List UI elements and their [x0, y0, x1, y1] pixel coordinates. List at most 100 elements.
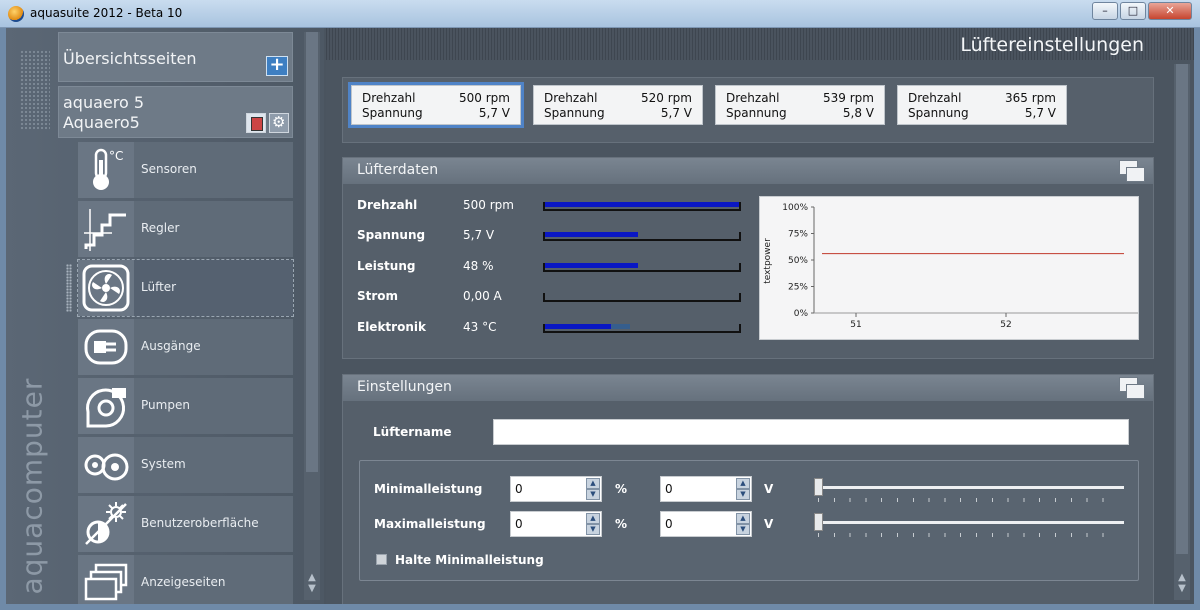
spinner: ▲ ▼: [736, 513, 750, 535]
data-value: 5,7 V: [463, 228, 495, 242]
sidebar-item-anzeigeseiten[interactable]: Anzeigeseiten: [78, 555, 293, 604]
main-content: Lüftereinstellungen Drehzahl 500 rpm Span…: [326, 28, 1194, 604]
brand-text: aquacomputer: [15, 377, 49, 595]
settings-gear-icon[interactable]: [269, 113, 289, 133]
min-volt-value: 0: [665, 482, 673, 496]
min-volt-stepper[interactable]: 0 ▲ ▼: [660, 476, 752, 502]
data-value: 500 rpm: [463, 198, 514, 212]
fan-tile-2[interactable]: Drehzahl 520 rpm Spannung 5,7 V: [533, 85, 703, 125]
fan-tile-1[interactable]: Drehzahl 500 rpm Spannung 5,7 V: [348, 82, 524, 128]
spin-down-button[interactable]: ▼: [586, 524, 600, 535]
level-fill: [545, 263, 639, 268]
sidebar-item-sensoren[interactable]: °C Sensoren: [78, 142, 293, 198]
slider-knob[interactable]: [814, 478, 823, 496]
fan-tile-3[interactable]: Drehzahl 539 rpm Spannung 5,8 V: [715, 85, 885, 125]
fan-tile-4[interactable]: Drehzahl 365 rpm Spannung 5,7 V: [897, 85, 1067, 125]
overview-pages-label: Übersichtsseiten: [63, 49, 197, 68]
sidebar-item-label: Benutzeroberfläche: [141, 516, 259, 530]
slider-ticks: [818, 498, 1118, 502]
save-icon[interactable]: [246, 113, 266, 133]
slider-knob[interactable]: [814, 513, 823, 531]
spin-up-button[interactable]: ▲: [586, 513, 600, 524]
controller-icon: [78, 201, 134, 257]
power-chart: 0% 25% 50% 75% 100% 51 52 textpower: [759, 196, 1139, 340]
sidebar-item-benutzeroberflaeche[interactable]: Benutzeroberfläche: [78, 496, 293, 552]
spin-up-button[interactable]: ▲: [736, 513, 750, 524]
sidebar-scrollbar[interactable]: ▲ ▼: [304, 32, 320, 600]
minimize-button[interactable]: –: [1092, 2, 1118, 20]
max-volt-stepper[interactable]: 0 ▲ ▼: [660, 511, 752, 537]
spin-up-button[interactable]: ▲: [586, 478, 600, 489]
min-power-slider[interactable]: [814, 478, 1126, 502]
hold-min-power-checkbox[interactable]: Halte Minimalleistung: [376, 553, 544, 567]
decorative-dots: [20, 50, 50, 130]
sidebar-item-regler[interactable]: Regler: [78, 201, 293, 257]
level-bar: [543, 263, 741, 272]
fan-name-input[interactable]: [493, 419, 1129, 445]
data-label: Strom: [357, 289, 399, 303]
maximize-button[interactable]: □: [1120, 2, 1146, 20]
spin-up-button[interactable]: ▲: [736, 478, 750, 489]
power-chart-svg: 0% 25% 50% 75% 100% 51 52 textpower: [763, 203, 1138, 330]
spinner: ▲ ▼: [586, 513, 600, 535]
min-percent-stepper[interactable]: 0 ▲ ▼: [510, 476, 602, 502]
window-title: aquasuite 2012 - Beta 10: [30, 6, 183, 20]
sidebar: aquacomputer Übersichtsseiten + aquaero …: [6, 28, 324, 604]
data-row-voltage: Spannung 5,7 V: [357, 228, 747, 244]
thermometer-icon: °C: [78, 142, 134, 198]
pages-icon: [78, 555, 134, 604]
data-label: Drehzahl: [357, 198, 418, 212]
y-tick-label: 75%: [788, 230, 808, 240]
add-overview-page-button[interactable]: +: [266, 56, 288, 76]
y-axis-label: textpower: [763, 238, 773, 284]
tile-speed-label: Drehzahl: [908, 91, 962, 105]
spin-down-button[interactable]: ▼: [586, 489, 600, 500]
tile-voltage-label: Spannung: [908, 106, 969, 120]
main-scroll-thumb[interactable]: [1176, 64, 1188, 554]
system-icon: [78, 437, 134, 493]
sidebar-item-system[interactable]: System: [78, 437, 293, 493]
copy-windows-icon[interactable]: [1119, 160, 1145, 182]
max-power-slider[interactable]: [814, 513, 1126, 537]
y-tick-label: 100%: [782, 203, 808, 213]
fan-data-panel: Lüfterdaten Drehzahl 500 rpm Spannung 5,…: [342, 157, 1154, 359]
unit-percent: %: [615, 517, 628, 531]
main-scrollbar[interactable]: ▲ ▼: [1174, 64, 1190, 600]
level-bar: [543, 202, 741, 211]
tile-speed-value: 539 rpm: [823, 91, 874, 105]
data-row-power: Leistung 48 %: [357, 259, 747, 275]
checkbox-box[interactable]: [376, 554, 387, 565]
spinner: ▲ ▼: [586, 478, 600, 500]
tile-speed-value: 520 rpm: [641, 91, 692, 105]
max-power-row: Maximalleistung 0 ▲ ▼ % 0 ▲ ▼ V: [374, 511, 1134, 537]
sidebar-scroll-thumb[interactable]: [306, 32, 318, 472]
sidebar-item-label: Regler: [141, 221, 180, 235]
data-value: 43 °C: [463, 320, 497, 334]
sidebar-scroll-arrows[interactable]: ▲ ▼: [305, 572, 319, 594]
sidebar-item-ausgaenge[interactable]: Ausgänge: [78, 319, 293, 375]
close-button[interactable]: ✕: [1148, 2, 1192, 20]
sidebar-item-label: Anzeigeseiten: [141, 575, 226, 589]
device-section[interactable]: aquaero 5 Aquaero5: [58, 86, 293, 138]
max-percent-stepper[interactable]: 0 ▲ ▼: [510, 511, 602, 537]
fan-tiles-bar: Drehzahl 500 rpm Spannung 5,7 V Drehzahl 52…: [342, 77, 1154, 143]
pump-icon: [78, 378, 134, 434]
copy-windows-icon[interactable]: [1119, 377, 1145, 399]
overview-pages-section[interactable]: Übersichtsseiten +: [58, 32, 293, 82]
data-row-current: Strom 0,00 A: [357, 289, 747, 305]
aquasuite-app-icon: [8, 6, 24, 22]
data-row-electronics: Elektronik 43 °C: [357, 320, 747, 336]
tile-speed-value: 365 rpm: [1005, 91, 1056, 105]
data-value: 48 %: [463, 259, 494, 273]
max-power-label: Maximalleistung: [374, 517, 486, 531]
spin-down-button[interactable]: ▼: [736, 489, 750, 500]
brand-logo: aquacomputer: [12, 358, 52, 598]
main-scroll-arrows[interactable]: ▲ ▼: [1175, 572, 1189, 594]
power-plug-icon: [78, 319, 134, 375]
sidebar-item-pumpen[interactable]: Pumpen: [78, 378, 293, 434]
spin-down-button[interactable]: ▼: [736, 524, 750, 535]
device-model: aquaero 5: [63, 93, 145, 112]
slider-track: [814, 486, 1124, 489]
unit-volt: V: [764, 517, 774, 531]
sidebar-item-luefter[interactable]: Lüfter: [66, 259, 294, 317]
